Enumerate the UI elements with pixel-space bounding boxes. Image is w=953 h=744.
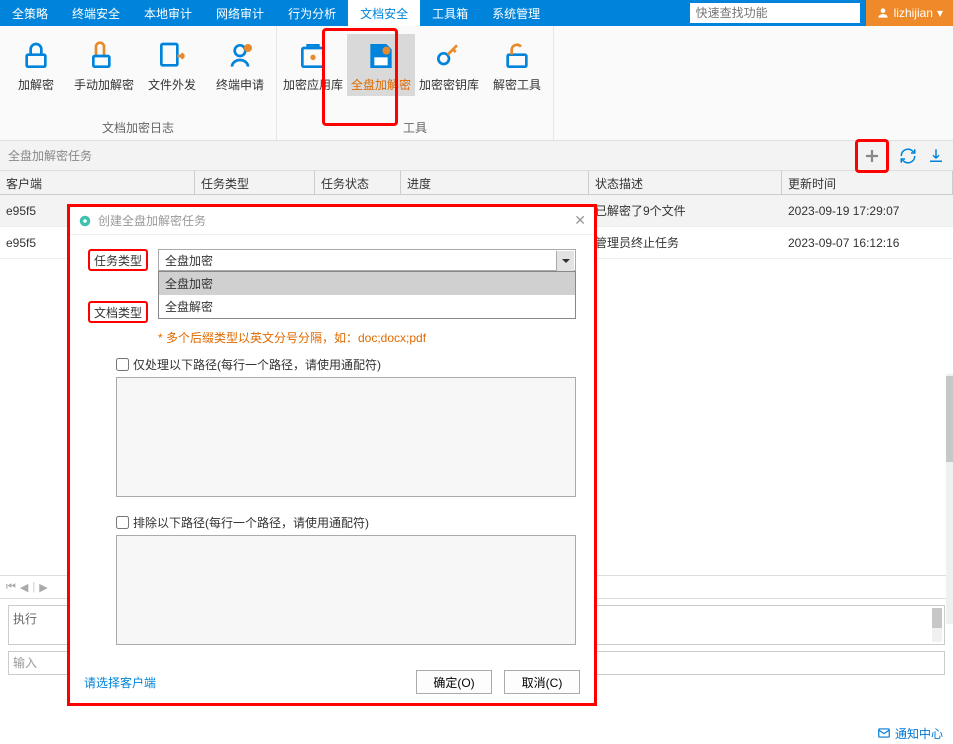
hand-lock-icon — [86, 38, 122, 74]
col-type[interactable]: 任务类型 — [195, 171, 315, 194]
menu-network-audit[interactable]: 网络审计 — [204, 0, 276, 27]
plus-icon[interactable] — [863, 147, 881, 165]
select-client-link[interactable]: 请选择客户端 — [84, 674, 156, 691]
only-paths-label: 仅处理以下路径(每行一个路径，请使用通配符) — [133, 356, 381, 373]
menu-all-policies[interactable]: 全策略 — [0, 0, 60, 27]
ok-button[interactable]: 确定(O) — [416, 670, 492, 694]
only-paths-checkbox[interactable] — [116, 358, 129, 371]
mail-icon[interactable] — [877, 726, 891, 740]
doc-type-label: 文档类型 — [88, 301, 148, 323]
menu-behavior[interactable]: 行为分析 — [276, 0, 348, 27]
disk-icon — [363, 38, 399, 74]
user-name: lizhijian — [894, 6, 933, 20]
search-input[interactable] — [690, 3, 860, 23]
col-status[interactable]: 任务状态 — [315, 171, 401, 194]
cancel-button[interactable]: 取消(C) — [504, 670, 580, 694]
user-menu[interactable]: lizhijian ▾ — [866, 0, 953, 26]
grid-header: 客户端 任务类型 任务状态 进度 状态描述 更新时间 — [0, 171, 953, 195]
exclude-paths-checkbox[interactable] — [116, 516, 129, 529]
user-icon — [876, 6, 890, 20]
menu-doc-security[interactable]: 文档安全 — [348, 0, 420, 27]
key-icon — [431, 38, 467, 74]
exclude-paths-textarea[interactable] — [116, 535, 576, 645]
scrollbar[interactable] — [946, 374, 953, 624]
download-icon[interactable] — [927, 147, 945, 165]
terminal-apply-icon — [222, 38, 258, 74]
menu-system[interactable]: 系统管理 — [480, 0, 552, 27]
unlock-tool-icon — [499, 38, 535, 74]
only-paths-textarea[interactable] — [116, 377, 576, 497]
create-task-dialog: 创建全盘加解密任务 ✕ 任务类型 全盘加密 全盘加密 全盘解密 文档类型 * 多… — [67, 204, 597, 706]
task-type-select[interactable]: 全盘加密 — [158, 249, 576, 271]
ribbon-key-library[interactable]: 加密密钥库 — [415, 34, 483, 96]
file-send-icon — [154, 38, 190, 74]
col-desc[interactable]: 状态描述 — [589, 171, 782, 194]
option-full-decrypt[interactable]: 全盘解密 — [159, 295, 575, 318]
task-type-label: 任务类型 — [88, 249, 148, 271]
task-type-dropdown: 全盘加密 全盘解密 — [158, 271, 576, 319]
ribbon-encrypt-decrypt[interactable]: 加解密 — [2, 34, 70, 96]
lock-icon — [18, 38, 54, 74]
pager-prev-icon[interactable]: ◀ — [20, 581, 28, 594]
dialog-title: 创建全盘加解密任务 — [98, 212, 206, 229]
col-time[interactable]: 更新时间 — [782, 171, 953, 194]
chevron-down-icon[interactable] — [556, 251, 574, 271]
ribbon-group1-label: 文档加密日志 — [102, 117, 174, 140]
menu-toolbox[interactable]: 工具箱 — [420, 0, 480, 27]
pager-next-icon[interactable]: ▶ — [39, 581, 47, 594]
ribbon-full-disk-encrypt[interactable]: 全盘加解密 — [347, 34, 415, 96]
ribbon-terminal-apply[interactable]: 终端申请 — [206, 34, 274, 96]
pager-first-icon[interactable]: ⏮ — [6, 581, 16, 594]
menu-local-audit[interactable]: 本地审计 — [132, 0, 204, 27]
ribbon-manual-encrypt[interactable]: 手动加解密 — [70, 34, 138, 96]
top-menu: 全策略 终端安全 本地审计 网络审计 行为分析 文档安全 工具箱 系统管理 — [0, 0, 690, 27]
option-full-encrypt[interactable]: 全盘加密 — [159, 272, 575, 295]
col-progress[interactable]: 进度 — [401, 171, 589, 194]
ribbon-decrypt-tool[interactable]: 解密工具 — [483, 34, 551, 96]
close-icon[interactable]: ✕ — [574, 212, 586, 229]
notify-center[interactable]: 通知中心 — [895, 725, 943, 742]
add-task-highlight — [855, 139, 889, 173]
ribbon-encrypt-library[interactable]: 加密应用库 — [279, 34, 347, 96]
library-icon — [295, 38, 331, 74]
doc-type-hint: * 多个后缀类型以英文分号分隔，如：doc;docx;pdf — [158, 329, 576, 346]
ribbon-group2-label: 工具 — [403, 117, 427, 140]
panel-title: 全盘加解密任务 — [8, 147, 92, 164]
chevron-down-icon: ▾ — [937, 6, 943, 20]
col-client[interactable]: 客户端 — [0, 171, 195, 194]
ribbon-file-send[interactable]: 文件外发 — [138, 34, 206, 96]
refresh-icon[interactable] — [899, 147, 917, 165]
dialog-icon — [78, 214, 92, 228]
footer-bar: 通知中心 — [867, 722, 953, 744]
exclude-paths-label: 排除以下路径(每行一个路径，请使用通配符) — [133, 514, 369, 531]
menu-terminal-security[interactable]: 终端安全 — [60, 0, 132, 27]
